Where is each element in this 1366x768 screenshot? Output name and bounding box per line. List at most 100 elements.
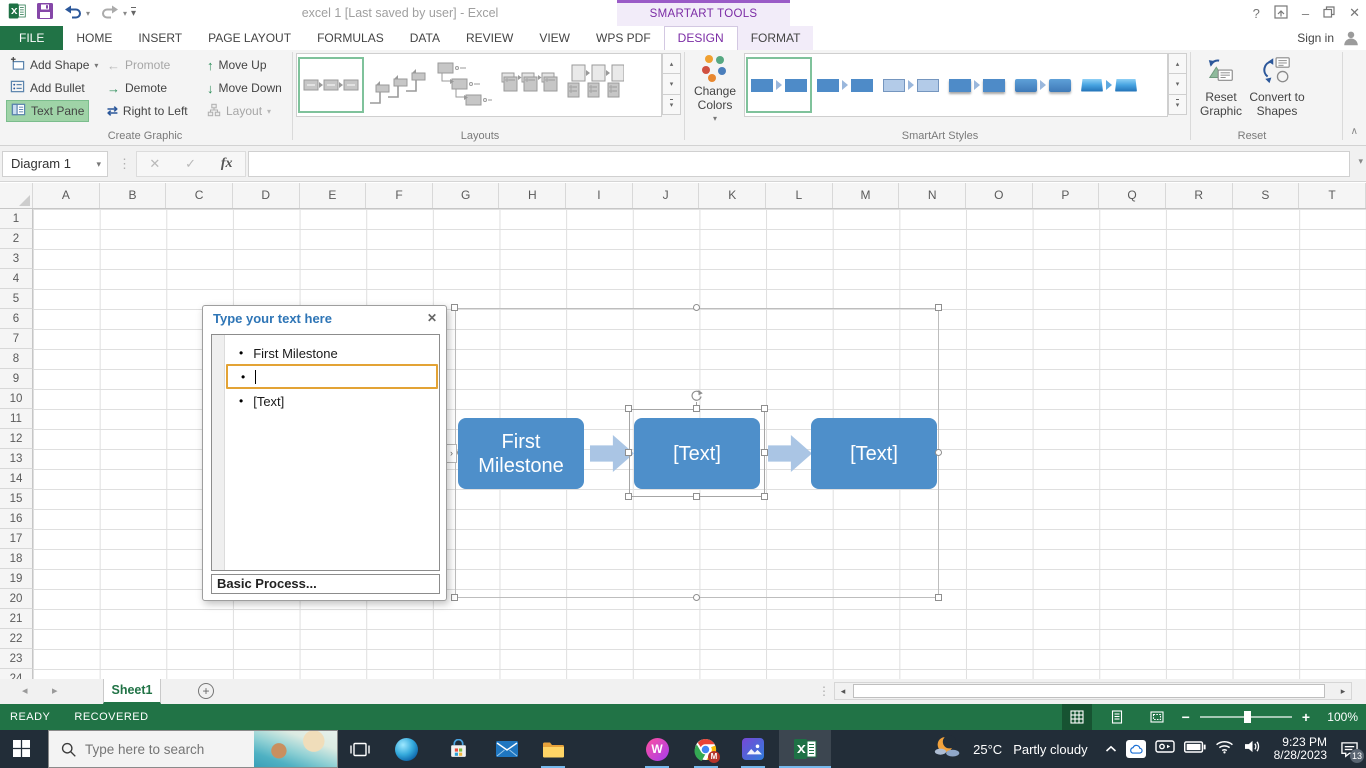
- text-pane-close-icon[interactable]: ✕: [427, 311, 437, 325]
- layout-thumb-alternating-flow[interactable]: [430, 57, 496, 113]
- sign-in-button[interactable]: Sign in: [1297, 26, 1334, 50]
- zoom-slider-thumb[interactable]: [1243, 711, 1251, 723]
- row-header-12[interactable]: 12: [0, 429, 33, 449]
- tab-formulas[interactable]: FORMULAS: [304, 26, 397, 50]
- column-header-G[interactable]: G: [433, 183, 500, 208]
- row-header-4[interactable]: 4: [0, 269, 33, 289]
- hscroll-left-button[interactable]: ◂: [835, 683, 851, 699]
- undo-dropdown-icon[interactable]: ▾: [86, 9, 90, 18]
- right-to-left-button[interactable]: ⇄ Right to Left: [103, 100, 192, 122]
- column-header-S[interactable]: S: [1233, 183, 1300, 208]
- layouts-scroll-down-button[interactable]: ▾: [662, 74, 681, 95]
- row-header-13[interactable]: 13: [0, 449, 33, 469]
- column-header-T[interactable]: T: [1299, 183, 1366, 208]
- add-shape-button[interactable]: Add Shape ▾: [6, 54, 102, 76]
- edge-icon[interactable]: [394, 737, 418, 761]
- row-header-3[interactable]: 3: [0, 249, 33, 269]
- row-header-24[interactable]: 24: [0, 669, 33, 679]
- wps-office-icon[interactable]: W: [645, 737, 669, 761]
- hscroll-thumb[interactable]: [853, 684, 1325, 698]
- save-button[interactable]: [37, 2, 53, 24]
- smartart-shape-3[interactable]: [Text]: [811, 418, 937, 489]
- file-explorer-icon[interactable]: [541, 737, 565, 761]
- tab-page-layout[interactable]: PAGE LAYOUT: [195, 26, 304, 50]
- row-header-16[interactable]: 16: [0, 509, 33, 529]
- text-pane-item-1[interactable]: • First Milestone: [226, 341, 438, 365]
- column-header-M[interactable]: M: [833, 183, 900, 208]
- weather-temp[interactable]: 25°C: [973, 742, 1002, 757]
- column-header-H[interactable]: H: [499, 183, 567, 208]
- add-shape-dropdown-icon[interactable]: ▾: [94, 61, 98, 70]
- change-colors-button[interactable]: Change Colors ▾: [688, 52, 742, 126]
- sheet-nav-next-button[interactable]: ▸: [52, 679, 58, 704]
- zoom-slider[interactable]: [1199, 711, 1292, 723]
- new-sheet-button[interactable]: +: [198, 683, 214, 699]
- demote-button[interactable]: → Demote: [103, 77, 171, 99]
- style-thumb-subtle-effect[interactable]: [878, 57, 944, 113]
- canvas-handle-tm[interactable]: [693, 304, 700, 311]
- tab-insert[interactable]: INSERT: [125, 26, 195, 50]
- redo-dropdown-icon[interactable]: ▾: [123, 9, 127, 18]
- zoom-out-button[interactable]: −: [1182, 709, 1190, 725]
- shape-handle-bl[interactable]: [625, 493, 632, 500]
- row-header-22[interactable]: 22: [0, 629, 33, 649]
- tab-view[interactable]: VIEW: [526, 26, 583, 50]
- styles-more-button[interactable]: ▾: [1168, 94, 1187, 115]
- excel-taskbar-icon[interactable]: [793, 737, 817, 761]
- search-highlight-image[interactable]: [254, 731, 337, 767]
- row-header-10[interactable]: 10: [0, 389, 33, 409]
- tab-review[interactable]: REVIEW: [453, 26, 526, 50]
- redo-button[interactable]: [101, 3, 119, 24]
- layouts-more-button[interactable]: ▾: [662, 94, 681, 115]
- shape-handle-mr[interactable]: [761, 449, 768, 456]
- close-button[interactable]: ✕: [1349, 5, 1360, 21]
- layout-thumb-basic-process[interactable]: [298, 57, 364, 113]
- tab-data[interactable]: DATA: [397, 26, 453, 50]
- row-header-5[interactable]: 5: [0, 289, 33, 309]
- row-header-17[interactable]: 17: [0, 529, 33, 549]
- row-header-19[interactable]: 19: [0, 569, 33, 589]
- tab-file[interactable]: FILE: [0, 26, 64, 50]
- shape-handle-tl[interactable]: [625, 405, 632, 412]
- column-header-I[interactable]: I: [566, 183, 633, 208]
- row-header-18[interactable]: 18: [0, 549, 33, 569]
- sheet-tab-sheet1[interactable]: Sheet1: [103, 679, 161, 704]
- sheet-nav-prev-button[interactable]: ◂: [22, 679, 28, 704]
- chrome-icon[interactable]: M: [693, 737, 720, 763]
- column-header-R[interactable]: R: [1166, 183, 1233, 208]
- user-avatar-icon[interactable]: [1342, 29, 1360, 52]
- column-header-E[interactable]: E: [300, 183, 367, 208]
- style-thumb-simple-fill[interactable]: [746, 57, 812, 113]
- shape-handle-tr[interactable]: [761, 405, 768, 412]
- text-pane-footer-layout-name[interactable]: Basic Process...: [211, 574, 440, 594]
- style-thumb-intense-effect[interactable]: [1010, 57, 1076, 113]
- view-page-break-button[interactable]: [1142, 704, 1172, 730]
- layout-thumb-picture-accent-process[interactable]: [496, 57, 562, 113]
- canvas-handle-bm[interactable]: [693, 594, 700, 601]
- shape-handle-ml[interactable]: [625, 449, 632, 456]
- row-header-2[interactable]: 2: [0, 229, 33, 249]
- reset-graphic-button[interactable]: Reset Graphic: [1196, 52, 1246, 118]
- insert-function-button[interactable]: fx: [221, 156, 233, 172]
- style-thumb-moderate-effect[interactable]: [944, 57, 1010, 113]
- tab-format[interactable]: FORMAT: [737, 26, 814, 50]
- move-down-button[interactable]: ↓ Move Down: [203, 77, 286, 99]
- layout-thumb-vertical-picture-list[interactable]: [562, 57, 628, 113]
- shape-handle-bm[interactable]: [693, 493, 700, 500]
- canvas-handle-bl[interactable]: [451, 594, 458, 601]
- text-pane-collapse-arrow[interactable]: ›: [446, 444, 457, 463]
- formula-input[interactable]: [248, 151, 1350, 177]
- start-button[interactable]: [13, 740, 30, 762]
- layout-thumb-step-up-process[interactable]: [364, 57, 430, 113]
- canvas-handle-tl[interactable]: [451, 304, 458, 311]
- row-header-6[interactable]: 6: [0, 309, 33, 329]
- styles-scroll-down-button[interactable]: ▾: [1168, 74, 1187, 95]
- text-pane-item-3[interactable]: • [Text]: [226, 389, 438, 413]
- column-header-N[interactable]: N: [899, 183, 966, 208]
- microsoft-store-icon[interactable]: [446, 737, 470, 761]
- help-button[interactable]: ?: [1253, 6, 1260, 21]
- wifi-icon[interactable]: [1215, 740, 1234, 759]
- action-center-button[interactable]: 13: [1336, 737, 1364, 763]
- undo-button[interactable]: [64, 3, 82, 24]
- column-header-J[interactable]: J: [633, 183, 700, 208]
